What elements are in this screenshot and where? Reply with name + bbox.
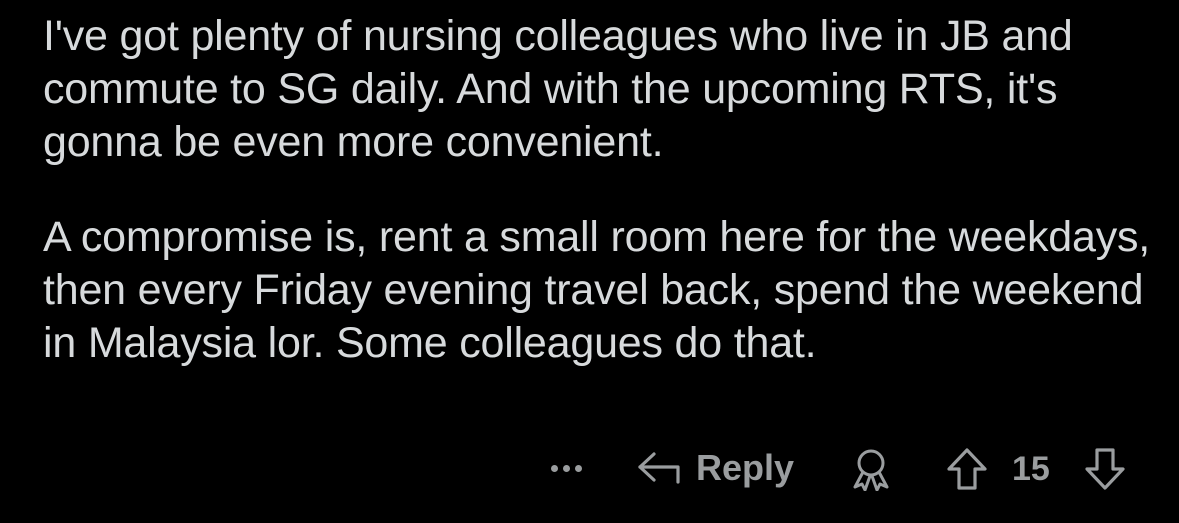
downvote-button[interactable]: [1082, 446, 1128, 492]
vote-score: 15: [1012, 450, 1050, 488]
award-icon: [849, 447, 893, 491]
comment-body: I've got plenty of nursing colleagues wh…: [43, 10, 1153, 370]
comment-paragraph-2: A compromise is, rent a small room here …: [43, 213, 1151, 367]
more-options-button[interactable]: [543, 450, 589, 486]
more-dots-icon: [550, 464, 582, 472]
reply-arrow-icon: [636, 448, 682, 488]
award-button[interactable]: [846, 446, 896, 492]
comment-action-bar: Reply 15: [0, 436, 1179, 500]
reply-button[interactable]: Reply: [636, 446, 794, 490]
downvote-arrow-icon: [1084, 447, 1126, 491]
upvote-button[interactable]: [944, 446, 990, 492]
upvote-arrow-icon: [946, 447, 988, 491]
reply-label: Reply: [696, 447, 795, 488]
comment-paragraph-1: I've got plenty of nursing colleagues wh…: [43, 12, 1073, 166]
